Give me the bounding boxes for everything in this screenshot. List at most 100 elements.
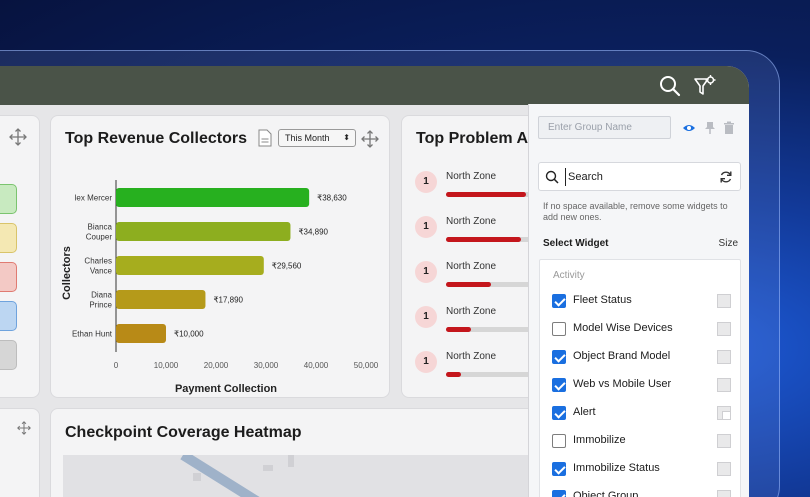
problem-rank-badge: 1: [415, 216, 437, 238]
y-tick-label: Bianca: [88, 223, 113, 232]
widget-checkbox[interactable]: [552, 294, 566, 308]
y-tick-label: Charles: [84, 257, 112, 266]
status-card: [0, 115, 40, 398]
x-tick-label: 50,000: [354, 361, 379, 370]
x-tick-label: 40,000: [304, 361, 329, 370]
y-tick-label: Ethan Hunt: [72, 330, 113, 339]
widget-search-input[interactable]: [565, 168, 715, 186]
size-label: Size: [718, 238, 738, 249]
y-tick-label: Vance: [90, 267, 113, 276]
period-select-value: This Month: [285, 133, 330, 143]
app-screen: Top Revenue Collectors This Month ⬍ ₹38,…: [0, 66, 749, 497]
widget-size-selector[interactable]: [717, 322, 731, 336]
problem-rank-badge: 1: [415, 306, 437, 328]
y-tick-label: Couper: [86, 233, 113, 242]
legend-swatch-yellow: [0, 223, 17, 253]
widget-label: Web vs Mobile User: [573, 378, 672, 390]
legend-swatch-gray: [0, 340, 17, 370]
search-icon[interactable]: [658, 74, 682, 98]
widget-size-selector[interactable]: [717, 462, 731, 476]
problem-areas-card: Top Problem Ar 1 North Zone 1 North Zone 1 No…: [401, 115, 546, 398]
widget-list: Activity Fleet Status Model Wise Devices O…: [539, 259, 741, 497]
bar: [116, 290, 206, 309]
group-name-input[interactable]: Enter Group Name: [538, 116, 671, 139]
heatmap-card-title: Checkpoint Coverage Heatmap: [65, 424, 302, 441]
problem-bar-fill: [446, 237, 521, 242]
widget-search-box: [538, 162, 741, 191]
problem-bar-fill: [446, 327, 471, 332]
bar: [116, 324, 166, 343]
move-icon[interactable]: [361, 130, 379, 148]
trash-icon[interactable]: [722, 121, 736, 135]
bar: [116, 222, 291, 241]
select-widget-label: Select Widget: [543, 238, 609, 249]
problem-bar-fill: [446, 282, 491, 287]
widget-size-selector[interactable]: [717, 406, 731, 420]
widget-row[interactable]: Object Group: [552, 487, 732, 497]
problem-row[interactable]: 1 North Zone: [415, 216, 546, 256]
problem-bar-fill: [446, 372, 461, 377]
widget-checkbox[interactable]: [552, 434, 566, 448]
widget-size-selector[interactable]: [717, 490, 731, 497]
widget-checkbox[interactable]: [552, 490, 566, 497]
widget-row[interactable]: Fleet Status: [552, 291, 732, 311]
chevron-updown-icon: ⬍: [343, 133, 350, 142]
y-tick-label: Prince: [89, 301, 112, 310]
period-select[interactable]: This Month ⬍: [278, 129, 356, 147]
filter-settings-icon[interactable]: [693, 74, 717, 98]
problem-zone-label: North Zone: [446, 216, 497, 227]
widget-size-selector[interactable]: [717, 378, 731, 392]
problem-zone-label: North Zone: [446, 261, 497, 272]
move-icon[interactable]: [9, 128, 27, 146]
revenue-card-title: Top Revenue Collectors: [65, 130, 247, 147]
widget-row[interactable]: Alert: [552, 403, 732, 423]
eye-icon[interactable]: [682, 121, 696, 135]
widget-label: Model Wise Devices: [573, 322, 673, 334]
problem-row[interactable]: 1 North Zone: [415, 351, 546, 391]
search-icon: [545, 170, 559, 184]
widget-size-selector[interactable]: [717, 294, 731, 308]
bottom-left-card: [0, 408, 40, 497]
x-axis-title: Payment Collection: [175, 383, 277, 395]
refresh-icon[interactable]: [719, 170, 733, 184]
problem-card-title: Top Problem Ar: [416, 130, 535, 147]
widget-row[interactable]: Immobilize Status: [552, 459, 732, 479]
widget-size-selector[interactable]: [717, 350, 731, 364]
space-note: If no space available, remove some widge…: [543, 201, 728, 222]
widget-checkbox[interactable]: [552, 378, 566, 392]
bar-value-label: ₹10,000: [174, 330, 204, 339]
bar-value-label: ₹17,890: [213, 296, 243, 305]
problem-row[interactable]: 1 North Zone: [415, 171, 546, 211]
widget-size-selector[interactable]: [717, 434, 731, 448]
bar-value-label: ₹34,890: [298, 228, 328, 237]
problem-rank-badge: 1: [415, 261, 437, 283]
heatmap-map[interactable]: [63, 450, 533, 497]
x-tick-label: 30,000: [254, 361, 279, 370]
widget-checkbox[interactable]: [552, 406, 566, 420]
problem-row[interactable]: 1 North Zone: [415, 261, 546, 301]
move-icon[interactable]: [17, 421, 31, 435]
widget-row[interactable]: Immobilize: [552, 431, 732, 451]
bar-value-label: ₹29,560: [272, 262, 302, 271]
x-tick-label: 0: [114, 361, 119, 370]
document-icon[interactable]: [258, 129, 272, 147]
widget-label: Object Brand Model: [573, 350, 671, 362]
map-roads: [180, 450, 294, 497]
problem-rank-badge: 1: [415, 351, 437, 373]
x-tick-label: 10,000: [154, 361, 179, 370]
problem-row[interactable]: 1 North Zone: [415, 306, 546, 346]
widget-checkbox[interactable]: [552, 350, 566, 364]
revenue-card: Top Revenue Collectors This Month ⬍ ₹38,…: [50, 115, 390, 398]
widget-label: Immobilize: [573, 434, 626, 446]
legend-swatch-green: [0, 184, 17, 214]
widget-row[interactable]: Model Wise Devices: [552, 319, 732, 339]
widget-label: Alert: [573, 406, 596, 418]
widget-checkbox[interactable]: [552, 462, 566, 476]
problem-rank-badge: 1: [415, 171, 437, 193]
widget-row[interactable]: Web vs Mobile User: [552, 375, 732, 395]
pin-icon[interactable]: [703, 121, 717, 135]
widget-checkbox[interactable]: [552, 322, 566, 336]
bar-value-label: ₹38,630: [317, 194, 347, 203]
legend-swatch-blue: [0, 301, 17, 331]
widget-row[interactable]: Object Brand Model: [552, 347, 732, 367]
